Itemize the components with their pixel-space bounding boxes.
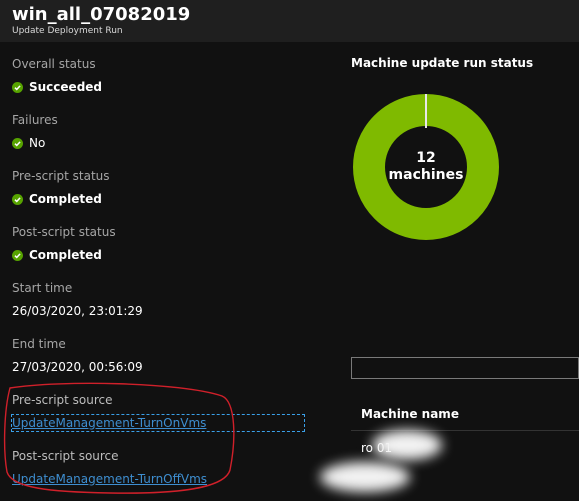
end-time-value: 27/03/2020, 00:56:09 [12, 360, 143, 374]
post-script-source-link[interactable]: UpdateManagement-TurnOffVms [12, 472, 207, 486]
page-title: win_all_07082019 [12, 4, 191, 25]
machine-count-unit: machines [388, 167, 464, 183]
check-circle-icon [12, 193, 23, 205]
donut-center-label: 12 machines [353, 150, 499, 184]
failures-label: Failures [12, 113, 58, 127]
start-time-label: Start time [12, 281, 73, 295]
pre-script-source-label: Pre-script source [12, 393, 113, 407]
machine-filter-input[interactable] [351, 357, 579, 379]
pre-script-status-value: Completed [12, 192, 102, 206]
failures-text: No [29, 136, 46, 150]
post-script-status-label: Post-script status [12, 225, 116, 239]
machine-count: 12 [416, 150, 436, 166]
machine-name-column-header[interactable]: Machine name [361, 407, 459, 421]
details-panel: Overall status Succeeded Failures No Pre… [0, 42, 335, 501]
check-circle-icon [12, 81, 23, 93]
post-script-status-value: Completed [12, 248, 102, 262]
page-header: win_all_07082019 Update Deployment Run [0, 0, 579, 42]
overall-status-value: Succeeded [12, 80, 102, 94]
table-header-divider [351, 430, 579, 431]
check-circle-icon [12, 137, 23, 149]
page-subtitle: Update Deployment Run [12, 26, 123, 36]
post-script-status-text: Completed [29, 248, 102, 262]
check-circle-icon [12, 249, 23, 261]
start-time-value: 26/03/2020, 23:01:29 [12, 304, 143, 318]
overall-status-label: Overall status [12, 57, 96, 71]
pre-script-status-label: Pre-script status [12, 169, 110, 183]
post-script-source-label: Post-script source [12, 449, 119, 463]
overall-status-text: Succeeded [29, 80, 103, 94]
pre-script-source-link[interactable]: UpdateManagement-TurnOnVms [11, 414, 305, 432]
redaction-blur [372, 430, 442, 460]
chart-title: Machine update run status [351, 56, 534, 70]
redaction-blur [320, 462, 410, 492]
end-time-label: End time [12, 337, 66, 351]
failures-value: No [12, 136, 45, 150]
pre-script-status-text: Completed [29, 192, 102, 206]
